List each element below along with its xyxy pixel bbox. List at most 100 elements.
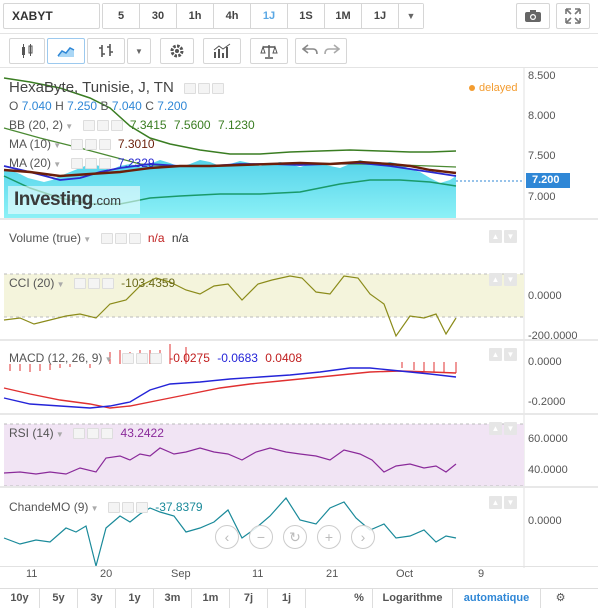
legend-controls[interactable] [183, 82, 224, 94]
move-up-icon[interactable]: ▲ [489, 496, 502, 509]
zoom-out-button[interactable]: − [249, 525, 273, 549]
bars-button[interactable] [87, 38, 125, 64]
macd-axis-tick: -0.2000 [528, 396, 566, 408]
rsi-pane-arrows[interactable]: ▲ ▼ [489, 422, 517, 435]
chandemo-legend: ChandeMO (9) ▼ -37.8379 [9, 500, 203, 514]
status-text: delayed [479, 82, 518, 94]
date-tick: Oct [396, 568, 414, 580]
price-axis-tick: 8.000 [528, 110, 556, 122]
log-scale-toggle[interactable]: Logarithme [373, 589, 453, 608]
auto-scale-toggle[interactable]: automatique [453, 589, 541, 608]
macd-controls[interactable] [121, 353, 162, 365]
scroll-left-button[interactable]: ‹ [215, 525, 239, 549]
range-5y[interactable]: 5y [40, 589, 78, 608]
timeframe-4h[interactable]: 4h [214, 4, 251, 28]
range-1j[interactable]: 1j [268, 589, 306, 608]
move-up-icon[interactable]: ▲ [489, 273, 502, 286]
undo-icon [301, 43, 318, 54]
gear-icon [170, 44, 184, 58]
cci-label: CCI (20) [9, 276, 55, 290]
settings-button[interactable] [160, 38, 194, 64]
bottom-settings-button[interactable]: ⚙ [541, 589, 580, 608]
range-7j[interactable]: 7j [230, 589, 268, 608]
fullscreen-button[interactable] [556, 3, 590, 29]
chart-type-dropdown[interactable]: ▼ [127, 38, 151, 64]
macd-value-signal: 0.0408 [265, 351, 302, 365]
percent-toggle[interactable]: % [346, 589, 373, 608]
bb-legend: BB (20, 2) ▼ 7.3415 7.5600 7.1230 [9, 118, 255, 132]
move-up-icon[interactable]: ▲ [489, 422, 502, 435]
chandemo-pane-arrows[interactable]: ▲ ▼ [489, 496, 517, 509]
reset-zoom-button[interactable]: ↻ [283, 525, 307, 549]
timeframe-30[interactable]: 30 [140, 4, 177, 28]
range-1y[interactable]: 1y [116, 589, 154, 608]
cci-controls[interactable] [73, 278, 114, 290]
date-tick: 11 [252, 568, 264, 580]
move-down-icon[interactable]: ▼ [504, 496, 517, 509]
macd-signal-line [3, 370, 457, 409]
camera-button[interactable] [516, 3, 550, 29]
ohlc-bars-icon [99, 44, 113, 57]
move-up-icon[interactable]: ▲ [489, 348, 502, 361]
area-chart-button[interactable] [47, 38, 85, 64]
zoom-in-button[interactable]: + [317, 525, 341, 549]
bb-label: BB (20, 2) [9, 118, 64, 132]
timeframe-5[interactable]: 5 [103, 4, 140, 28]
ma10-value: 7.3010 [117, 137, 155, 151]
price-axis-tick: 8.500 [528, 70, 556, 82]
compare-button[interactable] [250, 38, 288, 64]
pane-separator [0, 486, 598, 488]
timeframe-1m[interactable]: 1M [325, 4, 362, 28]
chandemo-label: ChandeMO (9) [9, 500, 89, 514]
macd-pane-arrows[interactable]: ▲ ▼ [489, 348, 517, 361]
timeframe-1j-day[interactable]: 1J [251, 4, 288, 28]
volume-value-2: n/a [171, 231, 189, 245]
ma10-legend: MA (10) ▼ 7.3010 [9, 137, 155, 151]
redo-button[interactable] [324, 43, 341, 60]
chandemo-value: -37.8379 [155, 500, 203, 514]
candles-button[interactable] [9, 38, 45, 64]
chandemo-axis-tick: 0.0000 [528, 515, 562, 527]
scroll-right-button[interactable]: › [351, 525, 375, 549]
cci-pane-arrows[interactable]: ▲ ▼ [489, 273, 517, 286]
move-down-icon[interactable]: ▼ [504, 348, 517, 361]
range-3m[interactable]: 3m [154, 589, 192, 608]
move-down-icon[interactable]: ▼ [504, 422, 517, 435]
rsi-label: RSI (14) [9, 426, 54, 440]
price-axis-tick: 7.000 [528, 191, 556, 203]
indicators-button[interactable] [203, 38, 241, 64]
cci-value: -103.4359 [121, 276, 176, 290]
rsi-value: 43.2422 [120, 426, 164, 440]
timeframe-1j[interactable]: 1J [362, 4, 399, 28]
volume-controls[interactable] [100, 233, 141, 245]
ma10-controls[interactable] [70, 139, 111, 151]
move-down-icon[interactable]: ▼ [504, 273, 517, 286]
range-10y[interactable]: 10y [0, 589, 40, 608]
range-3y[interactable]: 3y [78, 589, 116, 608]
move-down-icon[interactable]: ▼ [504, 230, 517, 243]
range-1m[interactable]: 1m [192, 589, 230, 608]
area-chart-icon [57, 47, 75, 57]
pane-separator [0, 566, 598, 567]
timeframe-1h[interactable]: 1h [177, 4, 214, 28]
move-up-icon[interactable]: ▲ [489, 230, 502, 243]
ma20-controls[interactable] [70, 158, 111, 170]
rsi-legend: RSI (14) ▼ 43.2422 [9, 426, 164, 440]
rsi-controls[interactable] [73, 428, 114, 440]
chevron-down-icon: ▼ [135, 46, 143, 56]
timeframe-1s[interactable]: 1S [288, 4, 325, 28]
status-dot-icon [469, 85, 475, 91]
rsi-axis-tick: 60.0000 [528, 433, 568, 445]
volume-pane-arrows[interactable]: ▲ ▼ [489, 230, 517, 243]
open-value: 7.040 [21, 99, 52, 113]
symbol-input[interactable]: XABYT [3, 3, 100, 29]
timeframe-dropdown[interactable]: ▼ [399, 4, 423, 28]
undo-button[interactable] [301, 43, 318, 60]
pane-separator [0, 339, 598, 341]
gear-icon: ⚙ [555, 592, 566, 604]
chandemo-controls[interactable] [107, 502, 148, 514]
undo-redo-group [295, 38, 347, 64]
redo-icon [324, 43, 341, 54]
bb-controls[interactable] [82, 120, 123, 132]
range-bar: 10y 5y 3y 1y 3m 1m 7j 1j % Logarithme au… [0, 588, 598, 608]
